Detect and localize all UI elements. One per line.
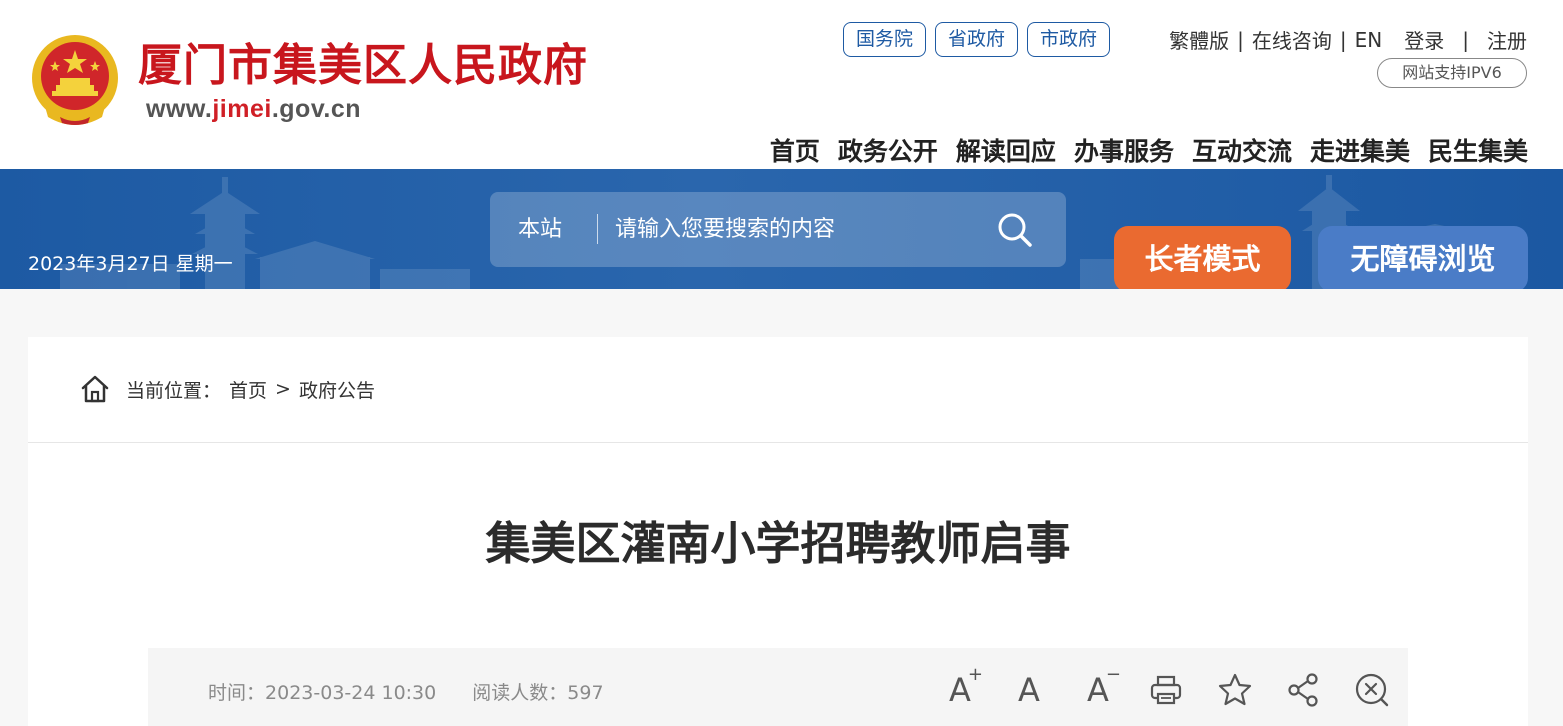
site-name: 厦门市集美区人民政府 <box>138 40 588 91</box>
font-reset-icon[interactable]: A <box>1009 670 1049 710</box>
gov-link-province[interactable]: 省政府 <box>935 22 1019 57</box>
article-meta: 时间：2023-03-24 10:30 阅读人数：597 <box>208 678 604 705</box>
search-box: 本站 <box>490 192 1066 267</box>
breadcrumb-current[interactable]: 政府公告 <box>299 376 375 403</box>
nav-item-interpretation[interactable]: 解读回应 <box>956 134 1056 170</box>
breadcrumb-label: 当前位置： <box>126 379 222 402</box>
accessible-browse-button[interactable]: 无障碍浏览 <box>1318 226 1528 289</box>
article-title: 集美区灌南小学招聘教师启事 <box>485 517 1071 570</box>
traditional-chinese-link[interactable]: 繁體版 <box>1169 25 1229 54</box>
national-emblem-logo <box>32 35 118 125</box>
search-input[interactable] <box>615 209 985 249</box>
separator: | <box>1237 27 1244 52</box>
gov-link-state-council[interactable]: 国务院 <box>843 22 927 57</box>
gov-links: 国务院 省政府 市政府 <box>843 22 1111 57</box>
site-header: 厦门市集美区人民政府 www.jimei.gov.cn 国务院 省政府 市政府 … <box>0 0 1563 169</box>
current-date: 2023年3月27日 星期一 <box>28 253 233 275</box>
publish-time: 2023-03-24 10:30 <box>265 682 437 704</box>
separator: | <box>1462 27 1469 52</box>
ipv6-badge: 网站支持IPV6 <box>1377 58 1527 88</box>
site-url-prefix: www. <box>146 95 213 123</box>
nav-item-services[interactable]: 办事服务 <box>1074 134 1174 170</box>
search-scope-select[interactable]: 本站 <box>518 192 562 267</box>
star-icon[interactable] <box>1215 670 1255 710</box>
print-icon[interactable] <box>1146 670 1186 710</box>
nav-item-home[interactable]: 首页 <box>770 134 820 170</box>
breadcrumb-home[interactable]: 首页 <box>229 376 267 403</box>
search-divider <box>597 214 598 244</box>
register-link[interactable]: 注册 <box>1487 25 1527 54</box>
views-label: 阅读人数： <box>472 682 568 704</box>
nav-item-gov-affairs[interactable]: 政务公开 <box>838 134 938 170</box>
font-increase-icon[interactable]: A + <box>940 666 983 710</box>
breadcrumb-separator: > <box>275 378 291 400</box>
close-icon[interactable] <box>1352 670 1392 710</box>
english-link[interactable]: EN <box>1355 28 1383 52</box>
home-icon <box>81 375 109 403</box>
divider <box>28 442 1528 443</box>
article-container: 当前位置： 首页 > 政府公告 集美区灌南小学招聘教师启事 时间：2023-03… <box>28 337 1528 726</box>
font-decrease-icon[interactable]: A − <box>1078 666 1121 710</box>
views-count: 597 <box>567 682 604 704</box>
publish-time-label: 时间： <box>208 682 266 704</box>
site-url: www.jimei.gov.cn <box>146 95 361 124</box>
site-url-highlight: jimei <box>212 95 272 123</box>
nav-item-interaction[interactable]: 互动交流 <box>1192 134 1292 170</box>
share-icon[interactable] <box>1284 670 1324 710</box>
nav-item-about-jimei[interactable]: 走进集美 <box>1310 134 1410 170</box>
main-nav: 首页 政务公开 解读回应 办事服务 互动交流 走进集美 民生集美 <box>770 134 1528 170</box>
gov-link-city[interactable]: 市政府 <box>1027 22 1111 57</box>
article-meta-bar: 时间：2023-03-24 10:30 阅读人数：597 A + A A − <box>148 648 1408 726</box>
site-url-suffix: .gov.cn <box>271 95 362 123</box>
search-banner: 2023年3月27日 星期一 本站 长者模式 无障碍浏览 <box>0 169 1563 289</box>
search-icon[interactable] <box>995 210 1035 250</box>
elder-mode-button[interactable]: 长者模式 <box>1114 226 1291 289</box>
online-consult-link[interactable]: 在线咨询 <box>1252 25 1332 54</box>
utility-links: 繁體版 | 在线咨询 | EN 登录 | 注册 <box>1169 25 1527 54</box>
separator: | <box>1339 27 1347 52</box>
login-link[interactable]: 登录 <box>1404 25 1444 54</box>
breadcrumb: 当前位置： 首页 > 政府公告 <box>80 374 375 404</box>
nav-item-livelihood[interactable]: 民生集美 <box>1428 134 1528 170</box>
